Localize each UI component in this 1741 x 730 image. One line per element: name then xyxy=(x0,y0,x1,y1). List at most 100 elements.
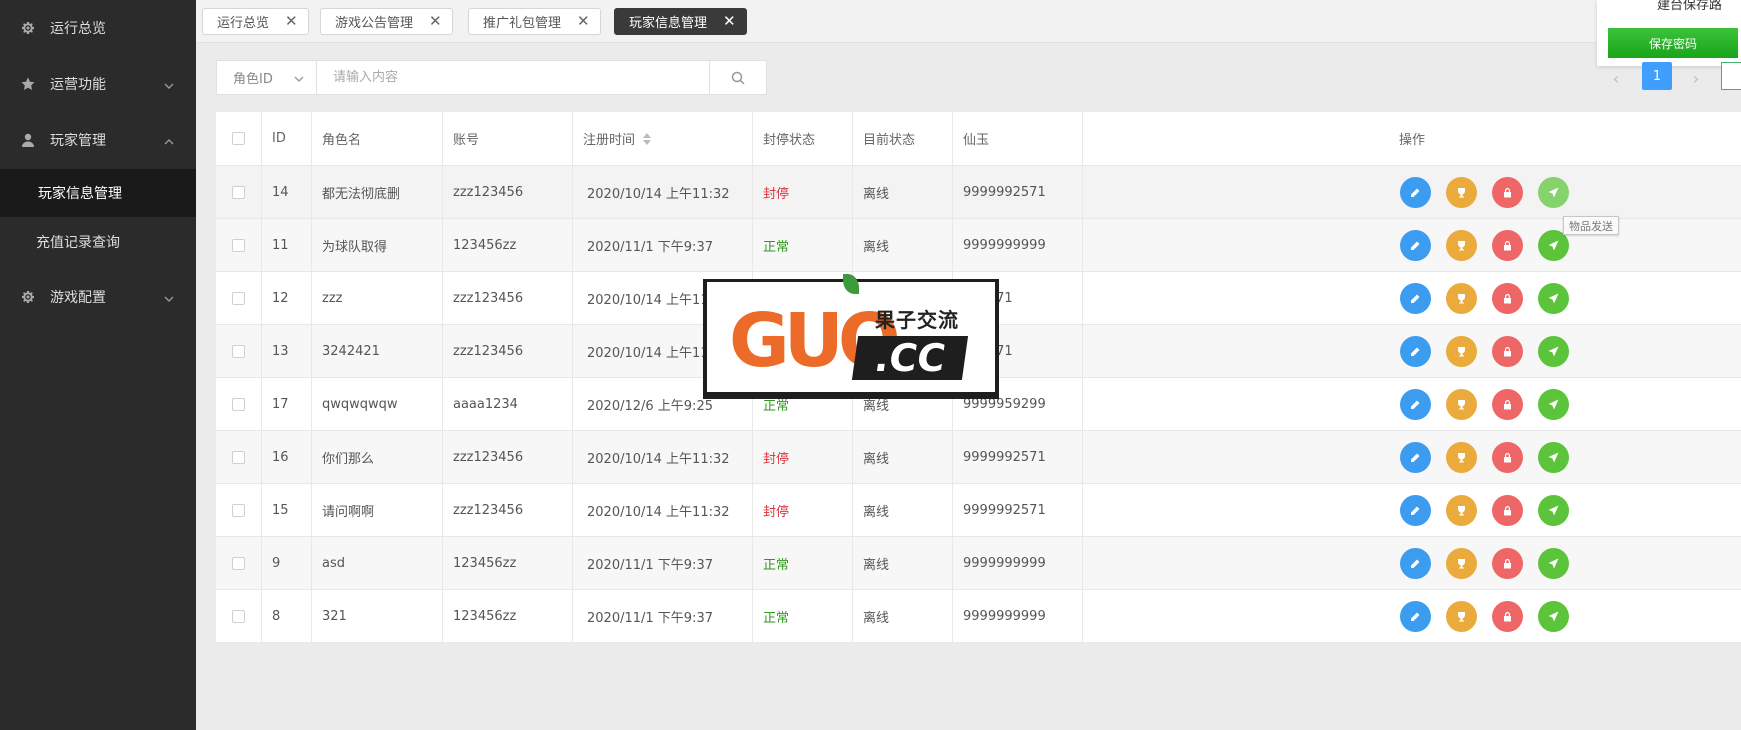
lock-button[interactable] xyxy=(1492,176,1523,208)
edit-button[interactable] xyxy=(1400,494,1431,526)
save-password-button[interactable]: 保存密码 xyxy=(1608,28,1738,58)
row-checkbox[interactable] xyxy=(232,450,245,464)
row-actions xyxy=(1400,431,1584,483)
lock-button[interactable] xyxy=(1492,282,1523,314)
cell-account: 123456zz xyxy=(443,219,573,271)
reward-button[interactable] xyxy=(1446,282,1477,314)
lock-button[interactable] xyxy=(1492,335,1523,367)
edit-button[interactable] xyxy=(1400,441,1431,473)
cell-current-status: 离线 xyxy=(853,484,953,536)
cell-current-status: 离线 xyxy=(853,431,953,483)
send-items-button[interactable] xyxy=(1538,388,1569,420)
reward-button[interactable] xyxy=(1446,600,1477,632)
cell-account: zzz123456 xyxy=(443,272,573,324)
edit-button[interactable] xyxy=(1400,229,1431,261)
close-icon[interactable]: ✕ xyxy=(285,14,298,29)
reward-button[interactable] xyxy=(1446,547,1477,579)
lock-icon xyxy=(1504,611,1511,621)
tab-bar: 运行总览 ✕ 游戏公告管理 ✕ 推广礼包管理 ✕ 玩家信息管理 ✕ xyxy=(196,0,1741,43)
row-checkbox[interactable] xyxy=(232,609,245,623)
row-checkbox[interactable] xyxy=(232,344,245,358)
row-checkbox[interactable] xyxy=(232,397,245,411)
trophy-icon xyxy=(1458,452,1465,462)
cell-ban-status: 正常 xyxy=(753,590,853,642)
cell-name: asd xyxy=(312,537,443,589)
reward-button[interactable] xyxy=(1446,494,1477,526)
send-items-button[interactable] xyxy=(1538,335,1569,367)
sidebar-item-label: 玩家管理 xyxy=(50,133,106,149)
row-checkbox[interactable] xyxy=(232,556,245,570)
reward-button[interactable] xyxy=(1446,229,1477,261)
sidebar-item-player-info[interactable]: 玩家信息管理 xyxy=(0,169,196,217)
edit-button[interactable] xyxy=(1400,335,1431,367)
edit-button[interactable] xyxy=(1400,547,1431,579)
lock-button[interactable] xyxy=(1492,441,1523,473)
close-icon[interactable]: ✕ xyxy=(723,14,736,29)
sort-icon[interactable] xyxy=(643,132,652,145)
watermark-logo: GUO 果子交流 .CC xyxy=(703,274,999,399)
trophy-icon xyxy=(1458,505,1465,515)
lock-button[interactable] xyxy=(1492,547,1523,579)
header-id: ID xyxy=(262,112,312,165)
send-items-button[interactable] xyxy=(1538,547,1569,579)
send-items-button[interactable] xyxy=(1538,282,1569,314)
search-field-select[interactable]: 角色ID xyxy=(217,61,317,94)
tab-overview[interactable]: 运行总览 ✕ xyxy=(202,8,309,35)
sidebar-item-game-config[interactable]: 游戏配置 xyxy=(0,269,196,325)
row-checkbox[interactable] xyxy=(232,238,245,252)
search-button[interactable] xyxy=(709,61,766,94)
tab-announcements[interactable]: 游戏公告管理 ✕ xyxy=(320,8,453,35)
pagination-jump-input[interactable] xyxy=(1721,62,1741,90)
sidebar-item-recharge-records[interactable]: 充值记录查询 xyxy=(0,218,196,266)
sidebar-item-overview[interactable]: 运行总览 xyxy=(0,0,196,56)
cell-name: 请问啊啊 xyxy=(312,484,443,536)
cell-register-time: 2020/11/1 下午9:37 xyxy=(573,537,753,589)
close-icon[interactable]: ✕ xyxy=(429,14,442,29)
send-items-button[interactable] xyxy=(1538,441,1569,473)
chevron-down-icon xyxy=(164,292,174,302)
cell-ban-status: 封停 xyxy=(753,484,853,536)
edit-button[interactable] xyxy=(1400,388,1431,420)
pagination-prev[interactable]: ‹ xyxy=(1606,66,1626,90)
tab-label: 运行总览 xyxy=(217,16,270,31)
trophy-icon xyxy=(1458,293,1465,303)
send-items-button[interactable] xyxy=(1538,494,1569,526)
lock-icon xyxy=(1504,452,1511,462)
search-input[interactable] xyxy=(317,61,709,94)
lock-icon xyxy=(1504,505,1511,515)
send-items-button[interactable] xyxy=(1538,600,1569,632)
row-checkbox[interactable] xyxy=(232,185,245,199)
reward-button[interactable] xyxy=(1446,335,1477,367)
header-register-time[interactable]: 注册时间 xyxy=(573,112,753,165)
sidebar-item-players[interactable]: 玩家管理 xyxy=(0,112,196,168)
row-checkbox[interactable] xyxy=(232,291,245,305)
pagination-current-page[interactable]: 1 xyxy=(1642,62,1672,90)
header-ban-status: 封停状态 xyxy=(753,112,853,165)
cell-id: 15 xyxy=(262,484,312,536)
row-checkbox-cell xyxy=(216,219,262,271)
trophy-icon xyxy=(1458,399,1465,409)
edit-icon xyxy=(1411,187,1421,197)
edit-button[interactable] xyxy=(1400,282,1431,314)
edit-button[interactable] xyxy=(1400,600,1431,632)
cell-register-time: 2020/10/14 上午11:32 xyxy=(573,431,753,483)
lock-button[interactable] xyxy=(1492,229,1523,261)
send-items-button[interactable] xyxy=(1538,176,1569,208)
row-checkbox[interactable] xyxy=(232,503,245,517)
tab-gift-packs[interactable]: 推广礼包管理 ✕ xyxy=(468,8,601,35)
reward-button[interactable] xyxy=(1446,388,1477,420)
row-actions xyxy=(1400,219,1584,271)
lock-button[interactable] xyxy=(1492,494,1523,526)
row-actions xyxy=(1400,590,1584,642)
lock-button[interactable] xyxy=(1492,600,1523,632)
lock-button[interactable] xyxy=(1492,388,1523,420)
close-icon[interactable]: ✕ xyxy=(577,14,590,29)
cell-register-time: 2020/10/14 上午11:32 xyxy=(573,166,753,218)
tab-player-info[interactable]: 玩家信息管理 ✕ xyxy=(614,8,747,35)
select-all-checkbox[interactable] xyxy=(232,132,245,145)
reward-button[interactable] xyxy=(1446,441,1477,473)
pagination-next[interactable]: › xyxy=(1686,66,1706,90)
reward-button[interactable] xyxy=(1446,176,1477,208)
edit-button[interactable] xyxy=(1400,176,1431,208)
sidebar-item-operations[interactable]: 运营功能 xyxy=(0,56,196,112)
